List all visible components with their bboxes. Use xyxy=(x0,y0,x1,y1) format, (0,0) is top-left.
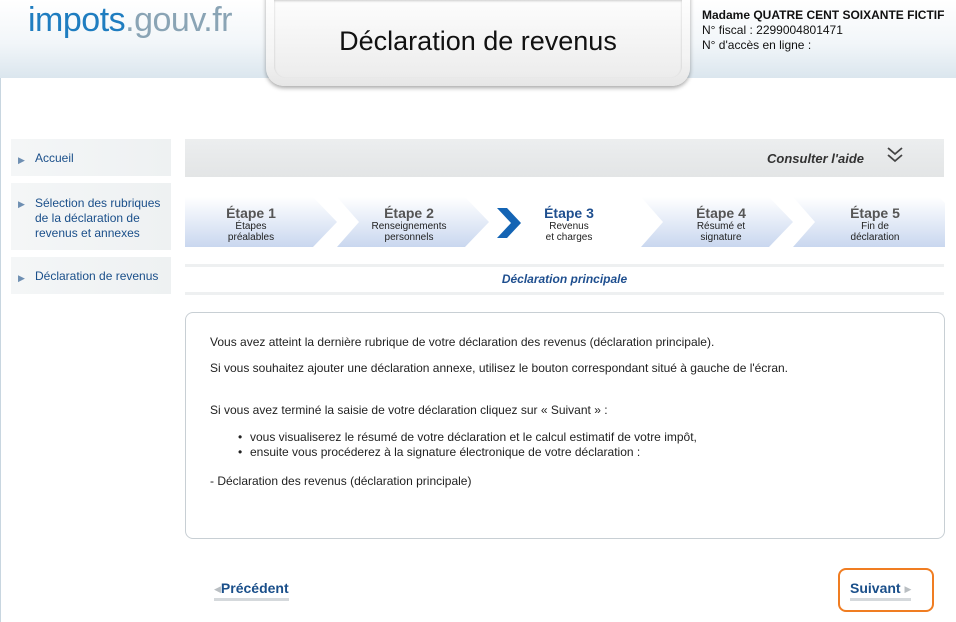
content-paragraph-1: Vous avez atteint la dernière rubrique d… xyxy=(210,335,715,349)
step-5-label: Étape 5 xyxy=(850,205,900,221)
step-4-desc-line1: Résumé et xyxy=(696,221,746,232)
step-1-label: Étape 1 xyxy=(226,205,276,221)
arrow-right-icon: ▶ xyxy=(904,584,912,594)
step-5-desc-line1: Fin de xyxy=(861,221,889,232)
next-label: Suivant xyxy=(850,580,901,596)
access-number: N° d'accès en ligne : xyxy=(702,38,812,52)
step-1: Étape 1 Étapes préalables xyxy=(185,197,337,247)
logo-text-main: impots xyxy=(28,1,126,39)
triangle-right-icon: ▶ xyxy=(18,273,25,283)
sidebar-item-accueil[interactable]: ▶ Accueil xyxy=(11,139,171,177)
step-1-desc-line1: Étapes xyxy=(235,221,267,232)
triangle-right-icon: ▶ xyxy=(18,155,25,165)
title-tab: Déclaration de revenus xyxy=(266,0,690,86)
step-3-desc-line2: et charges xyxy=(545,232,593,243)
step-2-desc-line1: Renseignements xyxy=(371,221,447,232)
content-paragraph-2: Si vous souhaitez ajouter une déclaratio… xyxy=(210,361,789,375)
help-link[interactable]: Consulter l'aide xyxy=(767,151,864,166)
help-bar[interactable]: Consulter l'aide xyxy=(185,139,944,177)
triangle-right-icon: ▶ xyxy=(18,199,25,209)
content-bullet-list: vous visualiserez le résumé de votre déc… xyxy=(238,430,697,460)
title-tab-inner: Déclaration de revenus xyxy=(274,0,682,78)
content-paragraph-3: Si vous avez terminé la saisie de votre … xyxy=(210,403,608,417)
arrow-left-icon: ◀ xyxy=(214,584,221,594)
double-chevron-down-icon[interactable] xyxy=(886,145,904,165)
sidebar-item-selection-rubriques[interactable]: ▶ Sélection des rubriques de la déclarat… xyxy=(11,183,171,251)
user-info: Madame QUATRE CENT SOIXANTE FICTIF N° fi… xyxy=(702,8,944,53)
step-3-label: Étape 3 xyxy=(544,205,594,221)
user-name: Madame QUATRE CENT SOIXANTE FICTIF xyxy=(702,8,945,22)
step-1-desc-line2: préalables xyxy=(227,232,275,243)
left-border xyxy=(0,78,1,622)
step-3: Étape 3 Revenus et charges xyxy=(489,197,641,247)
step-4-desc-line2: signature xyxy=(700,232,742,243)
list-item: vous visualiserez le résumé de votre déc… xyxy=(238,430,697,445)
list-item: ensuite vous procéderez à la signature é… xyxy=(238,445,697,460)
step-2: Étape 2 Renseignements personnels xyxy=(337,197,489,247)
logo-text-domain: .gouv.fr xyxy=(125,1,233,39)
sidebar-item-label: Déclaration de revenus xyxy=(35,269,159,283)
site-logo[interactable]: impots.gouv.fr xyxy=(28,0,233,40)
step-2-desc-line2: personnels xyxy=(384,232,434,243)
step-progress: Étape 1 Étapes préalables Étape 2 Rensei… xyxy=(185,197,945,247)
section-title-bar: Déclaration principale xyxy=(185,264,944,295)
step-5-desc-line2: déclaration xyxy=(850,232,900,243)
step-4: Étape 4 Résumé et signature xyxy=(641,197,793,247)
content-sub-item: - Déclaration des revenus (déclaration p… xyxy=(210,474,472,488)
previous-button[interactable]: ◀Précédent xyxy=(214,580,289,601)
step-4-label: Étape 4 xyxy=(696,205,746,221)
previous-label: Précédent xyxy=(220,580,289,596)
step-5: Étape 5 Fin de déclaration xyxy=(793,197,945,247)
step-3-desc-line1: Revenus xyxy=(549,221,589,232)
page-title: Déclaration de revenus xyxy=(339,26,617,56)
section-title: Déclaration principale xyxy=(501,272,628,286)
sidebar-item-declaration-revenus[interactable]: ▶ Déclaration de revenus xyxy=(11,257,171,295)
sidebar-item-label: Sélection des rubriques de la déclaratio… xyxy=(35,196,161,240)
content-panel: Vous avez atteint la dernière rubrique d… xyxy=(185,312,945,539)
step-2-label: Étape 2 xyxy=(384,205,434,221)
next-button[interactable]: Suivant ▶ xyxy=(850,580,912,601)
fiscal-number: N° fiscal : 2299004801471 xyxy=(702,23,843,37)
sidebar-item-label: Accueil xyxy=(35,151,74,165)
